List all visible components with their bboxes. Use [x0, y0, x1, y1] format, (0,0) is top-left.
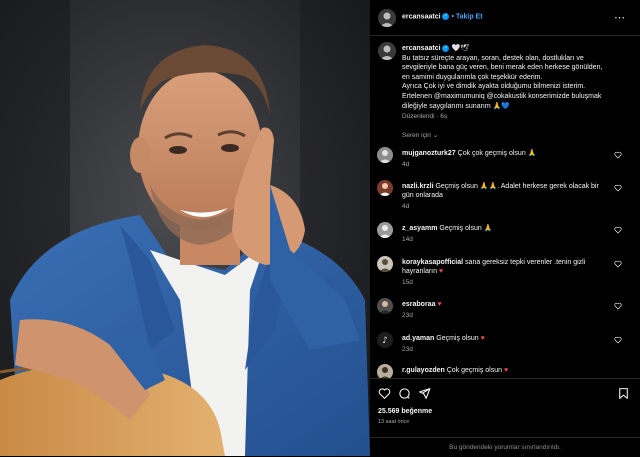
comment-text-row: koraykasapofficial sana gereksiz tepki v… [402, 258, 612, 276]
comment-item: ♪ ad.yaman Geçmiş olsun ♥ 23d [370, 332, 640, 358]
comment-time: 23d [402, 312, 413, 319]
comment-text: Geçmiş olsun 🙏 [439, 225, 493, 232]
commenter-avatar[interactable] [377, 364, 393, 378]
comment-item: z_asyamm Geçmiş olsun 🙏 14d [370, 222, 640, 248]
comment-username[interactable]: z_asyamm [402, 225, 437, 232]
caption-emojis: 🤍🕊 [451, 45, 470, 52]
instagram-post-modal: ercansaatci ✓ • Takip Et ⋯ ercansaatci ✓… [0, 0, 640, 456]
like-heart-icon[interactable] [378, 387, 391, 400]
post-caption: ercansaatci ✓ 🤍🕊 Bu tatsız süreçte araya… [402, 44, 630, 122]
comment-item: nazli.krzli Geçmiş olsun 🙏🙏. Adalet herk… [370, 180, 640, 214]
comment-text-row: z_asyamm Geçmiş olsun 🙏 [402, 224, 612, 233]
comment-item: r.gulayozden Çok geçmiş olsun ♥ [370, 364, 640, 378]
comment-text-row: mujganozturk27 Çok çok geçmiş olsun 🙏 [402, 149, 612, 158]
like-comment-heart-icon[interactable] [614, 260, 622, 268]
like-comment-heart-icon[interactable] [614, 151, 622, 159]
verified-badge-icon: ✓ [442, 13, 450, 20]
caption-line: Ayrıca Çok iyi ve dimdik ayakta olduğumu… [402, 83, 586, 91]
comment-time: 4d [402, 203, 410, 210]
save-bookmark-icon[interactable] [617, 387, 630, 400]
caption-line: dileğiyle saygılarımı sunarım 🙏💙 [402, 102, 511, 110]
follow-button[interactable]: Takip Et [456, 13, 483, 20]
commenter-avatar[interactable] [377, 298, 393, 314]
comment-time: 4d [402, 161, 410, 168]
header-dot: • [451, 13, 454, 21]
caption-line: Ertelenen @maximumuniq @cokakustik konse… [402, 92, 602, 100]
caption-avatar[interactable] [378, 42, 396, 60]
comment-item: esraboraa ♥ 23d [370, 298, 640, 324]
comment-username[interactable]: r.gulayozden [402, 367, 445, 374]
comment-text-row: r.gulayozden Çok geçmiş olsun ♥ [402, 366, 612, 375]
commenter-avatar[interactable] [377, 147, 393, 163]
avatar-image: ♪ [377, 332, 393, 348]
edited-label: Düzenlendi · 6s [402, 113, 448, 121]
post-photo[interactable] [0, 0, 370, 456]
red-heart-emoji: ♥ [503, 367, 509, 374]
comment-username[interactable]: nazli.krzli [402, 183, 434, 190]
avatar-image [377, 298, 393, 314]
verified-badge-icon: ✓ [442, 44, 450, 52]
like-comment-heart-icon[interactable] [614, 302, 622, 310]
header-title: ercansaatci ✓ • Takip Et [402, 13, 483, 20]
more-options-icon[interactable]: ⋯ [614, 11, 626, 24]
share-send-icon[interactable] [418, 387, 431, 400]
comment-text-row: nazli.krzli Geçmiş olsun 🙏🙏. Adalet herk… [402, 182, 612, 200]
comment-username[interactable]: koraykasapofficial [402, 259, 463, 266]
post-side-panel: ercansaatci ✓ • Takip Et ⋯ ercansaatci ✓… [370, 0, 640, 456]
caption-username[interactable]: ercansaatci [402, 45, 441, 52]
comment-item: koraykasapofficial sana gereksiz tepki v… [370, 256, 640, 290]
commenter-avatar[interactable] [377, 180, 393, 196]
like-comment-heart-icon[interactable] [614, 336, 622, 344]
comment-text: Çok geçmiş olsun [446, 367, 502, 374]
comment-bubble-icon[interactable] [398, 387, 411, 400]
comment-text: Geçmiş olsun [436, 335, 479, 342]
comment-time: 15d [402, 279, 413, 286]
red-heart-emoji: ♥ [480, 335, 485, 342]
commenter-avatar[interactable]: ♪ [377, 332, 393, 348]
avatar-image [377, 147, 393, 163]
author-avatar[interactable] [378, 9, 396, 27]
red-heart-emoji: ♥ [438, 268, 444, 275]
post-actions-bar [370, 378, 640, 410]
avatar-image [378, 42, 396, 60]
avatar-image [378, 9, 396, 27]
avatar-image [377, 364, 393, 378]
svg-text:♪: ♪ [382, 336, 388, 346]
likes-count[interactable]: 25.569 beğenme [378, 408, 432, 415]
comment-time: 23d [402, 346, 413, 353]
portrait-illustration [0, 0, 370, 456]
caption-line: en samimi duygularımla çok teşekkür eder… [402, 73, 543, 81]
caption-line: sevgileriyle bana güç veren, beni merak … [402, 64, 603, 72]
author-username[interactable]: ercansaatci [402, 13, 441, 20]
comment-time: 14d [402, 236, 413, 243]
commenter-avatar[interactable] [377, 256, 393, 272]
comment-text-row: ad.yaman Geçmiş olsun ♥ [402, 334, 612, 343]
translation-toggle[interactable]: Seren için ⌄ [402, 131, 438, 139]
commenter-avatar[interactable] [377, 222, 393, 238]
avatar-image [377, 180, 393, 196]
comment-item: mujganozturk27 Çok çok geçmiş olsun 🙏 4d [370, 147, 640, 173]
comments-limited-notice: Bu gönderideki yorumlar sınırlandırıldı. [370, 437, 640, 456]
comment-text-row: esraboraa ♥ [402, 300, 612, 309]
comment-username[interactable]: esraboraa [402, 301, 435, 308]
like-comment-heart-icon[interactable] [614, 226, 622, 234]
red-heart-emoji: ♥ [437, 301, 442, 308]
avatar-image [377, 222, 393, 238]
comment-username[interactable]: ad.yaman [402, 335, 434, 342]
caption-line: Bu tatsız süreçte arayan, soran, destek … [402, 54, 584, 62]
comment-username[interactable]: mujganozturk27 [402, 150, 456, 157]
post-time-ago: 13 saat önce [378, 419, 410, 425]
like-comment-heart-icon[interactable] [614, 184, 622, 192]
comment-text: Çok çok geçmiş olsun 🙏 [457, 150, 537, 157]
avatar-image [377, 256, 393, 272]
post-header: ercansaatci ✓ • Takip Et ⋯ [370, 0, 640, 36]
